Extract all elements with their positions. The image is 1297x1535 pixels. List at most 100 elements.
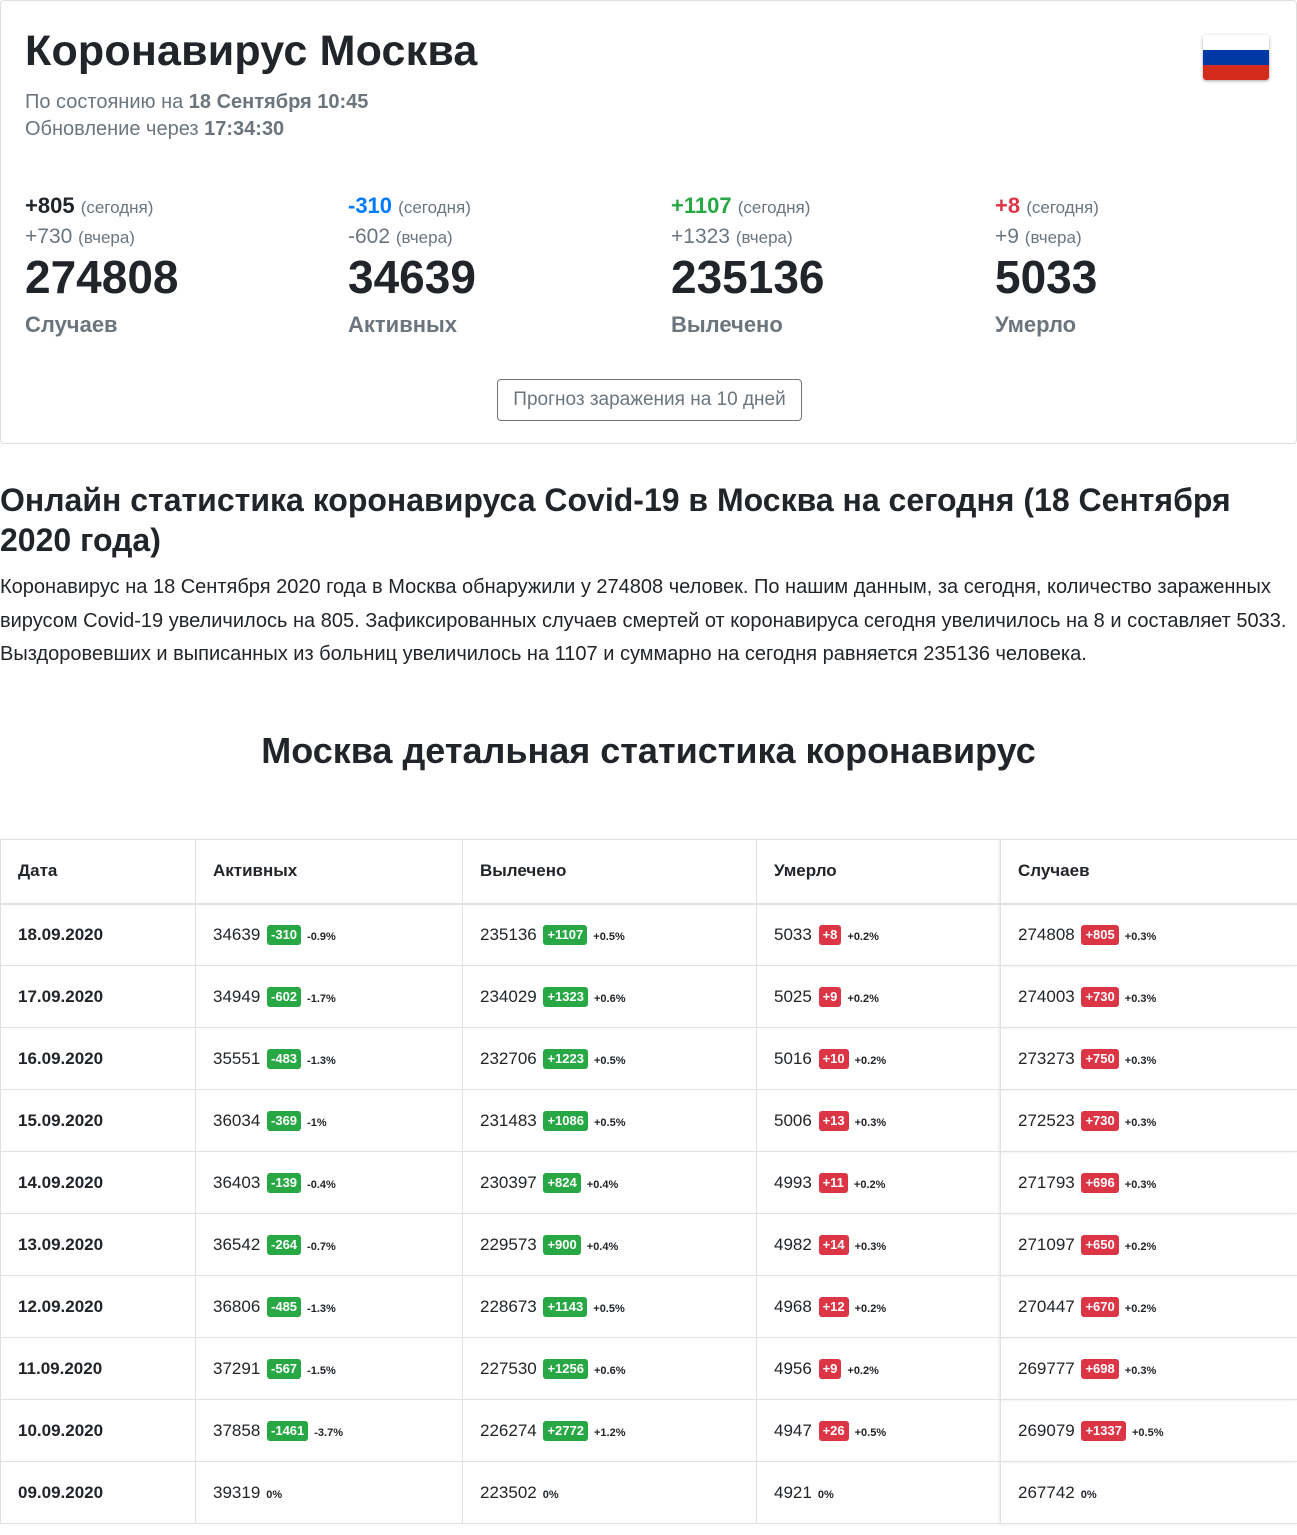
cell-active: 37291 -567 -1.5% xyxy=(195,1337,463,1400)
deaths-delta-badge: +14 xyxy=(818,1234,849,1255)
cases-delta-badge: +698 xyxy=(1081,1358,1119,1379)
cell-deaths: 4993 +11 +0.2% xyxy=(756,1151,1001,1214)
cases-delta-badge: +730 xyxy=(1081,986,1119,1007)
cell-date: 09.09.2020 xyxy=(0,1461,196,1524)
deaths-delta-badge: +12 xyxy=(818,1296,849,1317)
cases-value: 267742 xyxy=(1018,1482,1075,1502)
cases-percent: +0.3% xyxy=(1124,1178,1157,1191)
deaths-delta-badge: +10 xyxy=(818,1048,849,1069)
cell-cases: 274003 +730 +0.3% xyxy=(1000,965,1297,1028)
cell-cases: 271097 +650 +0.2% xyxy=(1000,1213,1297,1276)
active-value: 37858 xyxy=(213,1420,261,1440)
cases-value: 274808 xyxy=(1018,924,1075,944)
flag-stripe-blue xyxy=(1203,50,1269,65)
stat-today-value: +8 xyxy=(995,193,1021,218)
cell-deaths: 4968 +12 +0.2% xyxy=(756,1275,1001,1338)
stat-cases: +805 (сегодня) +730 (вчера) 274808 Случа… xyxy=(25,193,325,338)
table-row: 11.09.2020 37291 -567 -1.5% 227530 +1256 +0.… xyxy=(0,1337,1297,1400)
summary-card: Коронавирус Москва По состоянию на 18 Се… xyxy=(0,0,1297,444)
deaths-value: 5016 xyxy=(774,1048,812,1068)
recovered-delta-badge: +824 xyxy=(543,1172,581,1193)
recovered-delta-badge: +2772 xyxy=(543,1420,588,1441)
cell-active: 37858 -1461 -3.7% xyxy=(195,1399,463,1462)
cell-recovered: 228673 +1143 +0.5% xyxy=(462,1275,757,1338)
active-value: 34949 xyxy=(213,986,261,1006)
deaths-percent: +0.2% xyxy=(854,1302,887,1315)
deaths-delta-badge: +13 xyxy=(818,1110,849,1131)
cases-value: 273273 xyxy=(1018,1048,1075,1068)
deaths-value: 5025 xyxy=(774,986,812,1006)
cell-recovered: 229573 +900 +0.4% xyxy=(462,1213,757,1276)
cell-cases: 274808 +805 +0.3% xyxy=(1000,903,1297,966)
deaths-value: 4921 xyxy=(774,1482,812,1502)
table-header-row: Дата Активных Вылечено Умерло Случаев xyxy=(0,839,1297,905)
header-recovered: Вылечено xyxy=(462,839,757,905)
active-percent: -1.3% xyxy=(307,1302,336,1315)
cell-date: 13.09.2020 xyxy=(0,1213,196,1276)
deaths-percent: +0.2% xyxy=(854,1054,887,1067)
active-percent: -0.9% xyxy=(307,930,336,943)
cell-cases: 273273 +750 +0.3% xyxy=(1000,1027,1297,1090)
deaths-delta-badge: +8 xyxy=(818,924,842,945)
cell-cases: 269777 +698 +0.3% xyxy=(1000,1337,1297,1400)
deaths-value: 4968 xyxy=(774,1296,812,1316)
deaths-percent: +0.2% xyxy=(847,992,879,1005)
cell-deaths: 4921 0% xyxy=(756,1461,1001,1524)
stat-total: 274808 xyxy=(25,251,179,303)
stat-label: Активных xyxy=(348,311,458,337)
stat-total: 235136 xyxy=(671,251,825,303)
stat-recovered: +1107 (сегодня) +1323 (вчера) 235136 Выл… xyxy=(671,193,971,338)
recovered-value: 232706 xyxy=(480,1048,537,1068)
recovered-percent: +0.6% xyxy=(593,992,626,1005)
table-row: 12.09.2020 36806 -485 -1.3% 228673 +1143 +0.… xyxy=(0,1275,1297,1338)
recovered-percent: +0.5% xyxy=(593,1054,626,1067)
forecast-button[interactable]: Прогноз заражения на 10 дней xyxy=(497,379,802,421)
cell-active: 36806 -485 -1.3% xyxy=(195,1275,463,1338)
cases-delta-badge: +750 xyxy=(1081,1048,1119,1069)
table-row: 18.09.2020 34639 -310 -0.9% 235136 +1107 +0.… xyxy=(0,903,1297,966)
stat-yesterday-value: -602 xyxy=(348,225,391,248)
deaths-delta-badge: +9 xyxy=(818,986,842,1007)
cell-recovered: 226274 +2772 +1.2% xyxy=(462,1399,757,1462)
status-prefix: По состоянию на xyxy=(25,91,184,113)
stat-yesterday-label: (вчера) xyxy=(735,228,793,247)
stat-today-value: +805 xyxy=(25,193,75,218)
cell-date: 16.09.2020 xyxy=(0,1027,196,1090)
cell-date: 11.09.2020 xyxy=(0,1337,196,1400)
cases-percent: +0.2% xyxy=(1124,1302,1157,1315)
active-value: 37291 xyxy=(213,1358,261,1378)
stat-today-label: (сегодня) xyxy=(1026,198,1099,217)
cases-value: 272523 xyxy=(1018,1110,1075,1130)
recovered-delta-badge: +1086 xyxy=(543,1110,588,1131)
recovered-delta-badge: +1223 xyxy=(543,1048,588,1069)
deaths-value: 4993 xyxy=(774,1172,812,1192)
flag-stripe-white xyxy=(1203,35,1269,50)
cases-percent: 0% xyxy=(1080,1488,1097,1501)
cell-active: 39319 0% xyxy=(195,1461,463,1524)
cell-active: 34949 -602 -1.7% xyxy=(195,965,463,1028)
recovered-value: 229573 xyxy=(480,1234,537,1254)
update-prefix: Обновление через xyxy=(25,118,199,140)
page-title: Коронавирус Москва xyxy=(25,27,478,75)
active-value: 39319 xyxy=(213,1482,261,1502)
cell-recovered: 227530 +1256 +0.6% xyxy=(462,1337,757,1400)
cell-deaths: 5033 +8 +0.2% xyxy=(756,903,1001,966)
cell-deaths: 5025 +9 +0.2% xyxy=(756,965,1001,1028)
recovered-percent: +0.5% xyxy=(593,1302,625,1315)
deaths-value: 5006 xyxy=(774,1110,812,1130)
stat-yesterday-value: +9 xyxy=(995,225,1019,248)
cell-date: 18.09.2020 xyxy=(0,903,196,966)
cases-value: 271793 xyxy=(1018,1172,1075,1192)
active-delta-badge: -139 xyxy=(267,1172,302,1193)
table-row: 13.09.2020 36542 -264 -0.7% 229573 +900 +0.4… xyxy=(0,1213,1297,1276)
cases-percent: +0.3% xyxy=(1124,1116,1157,1129)
stat-total: 5033 xyxy=(995,251,1098,303)
header-active: Активных xyxy=(195,839,463,905)
stat-today-label: (сегодня) xyxy=(737,198,811,217)
recovered-delta-badge: +1323 xyxy=(543,986,588,1007)
stat-label: Случаев xyxy=(25,311,118,337)
deaths-value: 4982 xyxy=(774,1234,812,1254)
stat-today-value: +1107 xyxy=(671,193,732,218)
recovered-delta-badge: +1143 xyxy=(543,1296,588,1317)
cell-recovered: 235136 +1107 +0.5% xyxy=(462,903,757,966)
